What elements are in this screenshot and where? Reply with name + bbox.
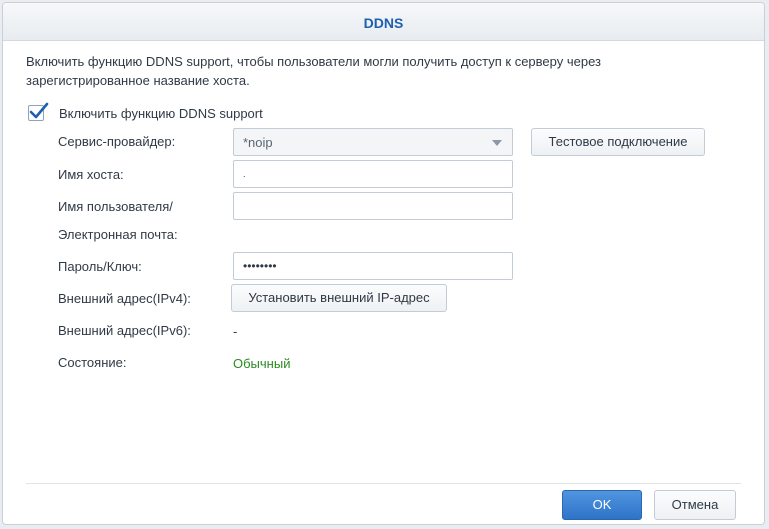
provider-label: Сервис-провайдер: — [58, 134, 176, 149]
provider-select[interactable]: *noip — [233, 128, 513, 156]
checkmark-icon — [29, 102, 49, 119]
username-label-line2: Электронная почта: — [58, 227, 178, 242]
status-label: Состояние: — [58, 355, 127, 370]
username-input[interactable] — [233, 192, 513, 220]
password-label: Пароль/Ключ: — [58, 259, 142, 274]
chevron-down-icon — [492, 140, 502, 146]
ipv4-label: Внешний адрес(IPv4): — [58, 291, 191, 306]
dialog-title: DDNS — [363, 15, 404, 31]
hostname-label: Имя хоста: — [58, 167, 124, 182]
ok-button[interactable]: OK — [562, 490, 642, 520]
status-value: Обычный — [233, 356, 291, 371]
dialog-titlebar: DDNS — [3, 3, 764, 41]
hostname-input[interactable]: . — [233, 160, 513, 188]
enable-ddns-label: Включить функцию DDNS support — [59, 105, 263, 121]
ipv6-label: Внешний адрес(IPv6): — [58, 323, 191, 338]
provider-value: *noip — [243, 135, 273, 150]
ipv6-value: - — [233, 324, 238, 339]
test-connection-button[interactable]: Тестовое подключение — [531, 128, 705, 156]
hostname-value: . — [243, 169, 246, 179]
username-label-line1: Имя пользователя/ — [58, 199, 173, 214]
ddns-dialog: DDNS Включить функцию DDNS support, чтоб… — [2, 2, 765, 525]
enable-ddns-row[interactable]: Включить функцию DDNS support — [28, 102, 263, 123]
set-external-ip-button[interactable]: Установить внешний IP-адрес — [231, 284, 447, 312]
password-input[interactable]: •••••••• — [233, 252, 513, 280]
password-value: •••••••• — [243, 259, 277, 273]
enable-ddns-checkbox[interactable] — [28, 102, 49, 121]
footer-divider — [26, 483, 741, 484]
cancel-button[interactable]: Отмена — [654, 490, 736, 520]
dialog-description: Включить функцию DDNS support, чтобы пол… — [26, 54, 601, 88]
